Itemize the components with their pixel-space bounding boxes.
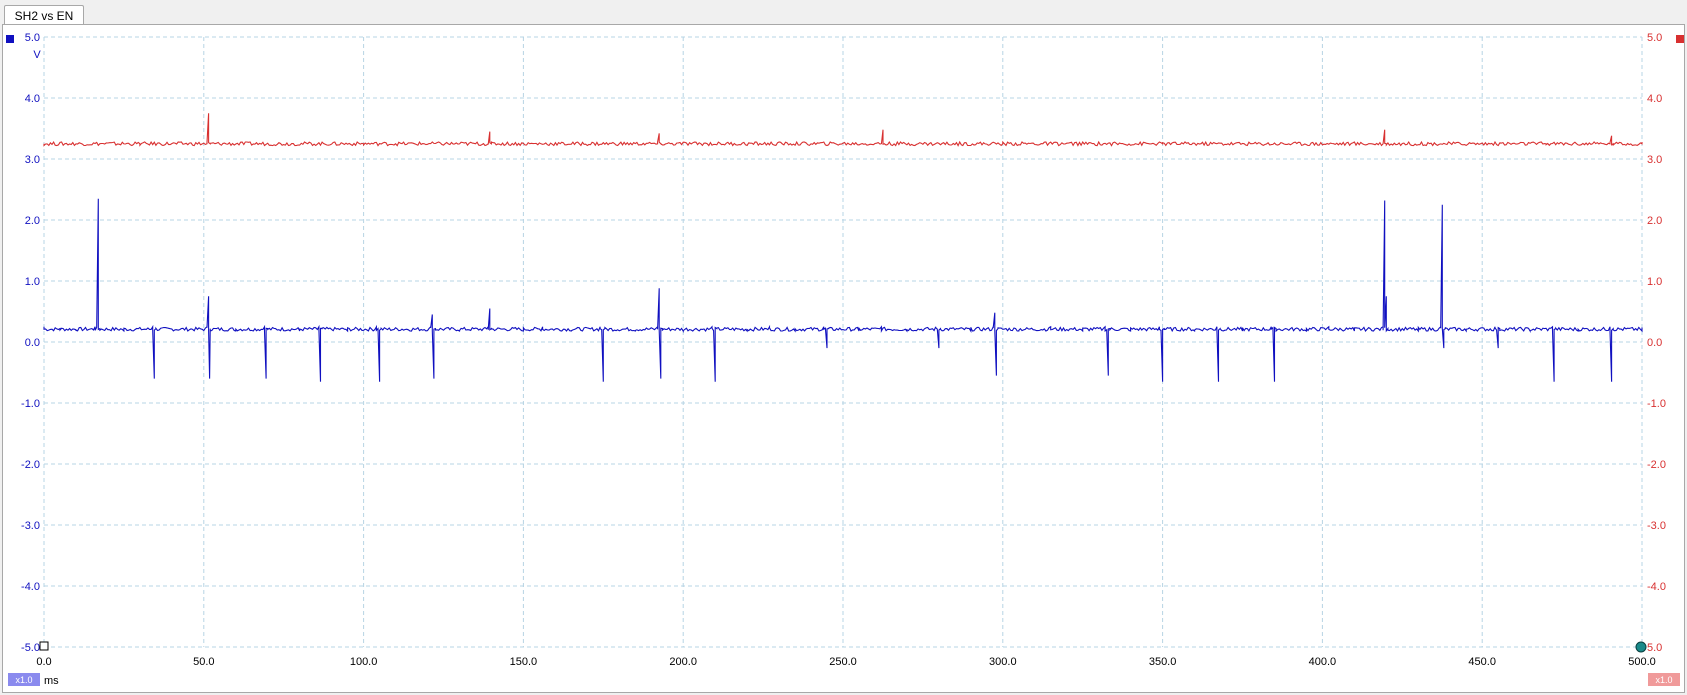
right-y-tick-label: 5.0 xyxy=(1647,32,1662,44)
x-tick-label: 350.0 xyxy=(1149,656,1177,668)
x-tick-label: 200.0 xyxy=(669,656,697,668)
right-y-tick-label: 1.0 xyxy=(1647,276,1662,288)
x-unit-label: ms xyxy=(44,675,59,687)
left-y-tick-label: 0.0 xyxy=(25,337,40,349)
left-y-tick-label: -3.0 xyxy=(21,520,40,532)
channel-a-scale-label: x1.0 xyxy=(15,675,32,685)
left-y-tick-label: 3.0 xyxy=(25,154,40,166)
right-y-tick-label: 4.0 xyxy=(1647,93,1662,105)
right-y-tick-label: -2.0 xyxy=(1647,459,1666,471)
x-cursor-end-marker-icon[interactable] xyxy=(1635,641,1647,653)
left-y-tick-label: 1.0 xyxy=(25,276,40,288)
left-y-tick-label: -5.0 xyxy=(21,642,40,654)
x-tick-label: 0.0 xyxy=(36,656,51,668)
x-tick-label: 50.0 xyxy=(193,656,214,668)
grid-lines xyxy=(43,36,1643,648)
x-ticks: 0.0 50.0 100.0 150.0 200.0 250.0 300.0 350.0 400… xyxy=(36,656,1655,668)
right-y-tick-label: 3.0 xyxy=(1647,154,1662,166)
right-y-tick-label: 5.0 xyxy=(1647,642,1662,654)
x-tick-label: 150.0 xyxy=(510,656,538,668)
right-y-ticks: 5.0 4.0 3.0 2.0 1.0 0.0 -1.0 -2.0 -3.0 -4.0 5.0 xyxy=(1647,32,1666,654)
right-y-tick-label: -3.0 xyxy=(1647,520,1666,532)
left-y-tick-label: -4.0 xyxy=(21,581,40,593)
x-tick-label: 300.0 xyxy=(989,656,1017,668)
left-y-tick-label: -2.0 xyxy=(21,459,40,471)
channel-b-marker-icon[interactable] xyxy=(1676,35,1684,43)
right-y-tick-label: -4.0 xyxy=(1647,581,1666,593)
x-cursor-start-marker-icon[interactable] xyxy=(39,641,49,651)
left-y-tick-label: 4.0 xyxy=(25,93,40,105)
left-y-tick-label: -1.0 xyxy=(21,398,40,410)
x-tick-label: 500.0 xyxy=(1628,656,1656,668)
x-tick-label: 400.0 xyxy=(1309,656,1337,668)
channel-a-marker-icon[interactable] xyxy=(6,35,14,43)
x-tick-label: 250.0 xyxy=(829,656,857,668)
x-tick-label: 100.0 xyxy=(350,656,378,668)
x-tick-label: 450.0 xyxy=(1468,656,1496,668)
right-y-tick-label: -1.0 xyxy=(1647,398,1666,410)
left-y-tick-label: 5.0 xyxy=(25,32,40,44)
oscilloscope-chart[interactable]: 5.0 4.0 3.0 2.0 1.0 0.0 -1.0 -2.0 -3.0 -4.0 -5.0 5… xyxy=(0,0,1687,695)
left-unit-label: V xyxy=(33,49,41,61)
left-y-ticks: 5.0 4.0 3.0 2.0 1.0 0.0 -1.0 -2.0 -3.0 -4.0 -5.0 xyxy=(21,32,40,654)
right-y-tick-label: 0.0 xyxy=(1647,337,1662,349)
left-y-tick-label: 2.0 xyxy=(25,215,40,227)
channel-b-scale-label: x1.0 xyxy=(1655,675,1672,685)
right-y-tick-label: 2.0 xyxy=(1647,215,1662,227)
